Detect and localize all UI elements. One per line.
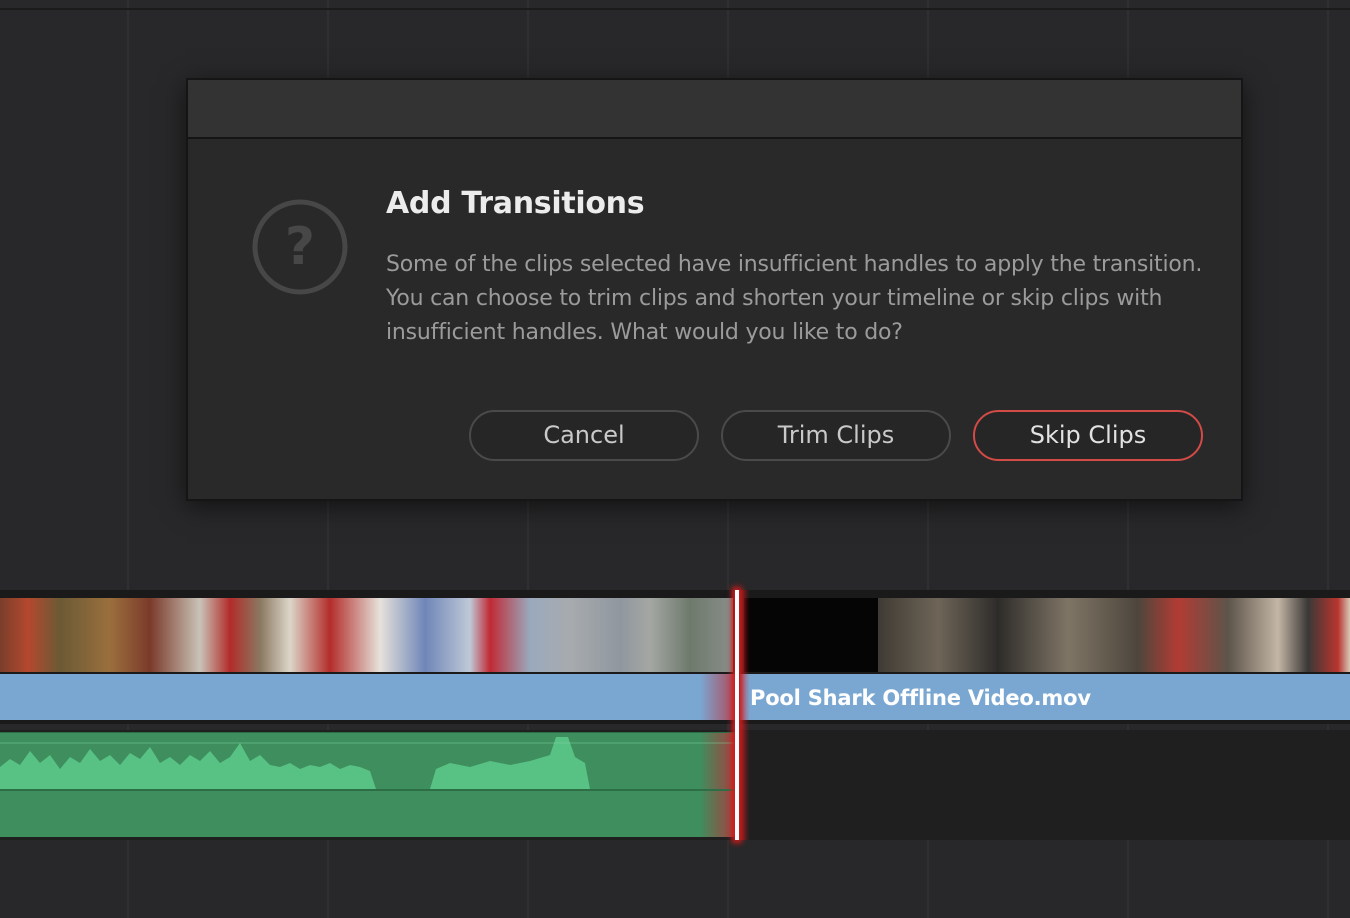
video-clip-name: Pool Shark Offline Video.mov — [750, 686, 1091, 710]
svg-text:?: ? — [285, 217, 315, 277]
audio-track — [0, 730, 1350, 840]
audio-clip[interactable] — [0, 732, 735, 837]
track-divider — [0, 8, 1350, 10]
question-mark-icon: ? — [252, 199, 348, 295]
video-clip-thumbnail-black[interactable] — [744, 598, 878, 672]
video-clip-thumbnails-left[interactable] — [0, 598, 733, 672]
edit-point-line[interactable] — [735, 590, 739, 840]
audio-channel-divider — [0, 789, 735, 791]
video-clip-left[interactable] — [0, 674, 735, 720]
dialog-titlebar[interactable] — [188, 80, 1241, 139]
video-track: Pool Shark Offline Video.mov — [0, 590, 1350, 724]
edit-point-highlight — [730, 590, 750, 840]
dialog-message: Some of the clips selected have insuffic… — [386, 252, 1203, 345]
add-transitions-dialog: ? Add Transitions Some of the clips sele… — [186, 78, 1243, 501]
trim-clips-button[interactable]: Trim Clips — [721, 410, 951, 461]
cancel-button[interactable]: Cancel — [469, 410, 699, 461]
video-clip-thumbnails-right[interactable] — [878, 598, 1350, 672]
audio-waveform — [0, 737, 735, 789]
skip-clips-button[interactable]: Skip Clips — [973, 410, 1203, 461]
timeline: Pool Shark Offline Video.mov — [0, 590, 1350, 840]
dialog-title: Add Transitions — [386, 186, 645, 221]
